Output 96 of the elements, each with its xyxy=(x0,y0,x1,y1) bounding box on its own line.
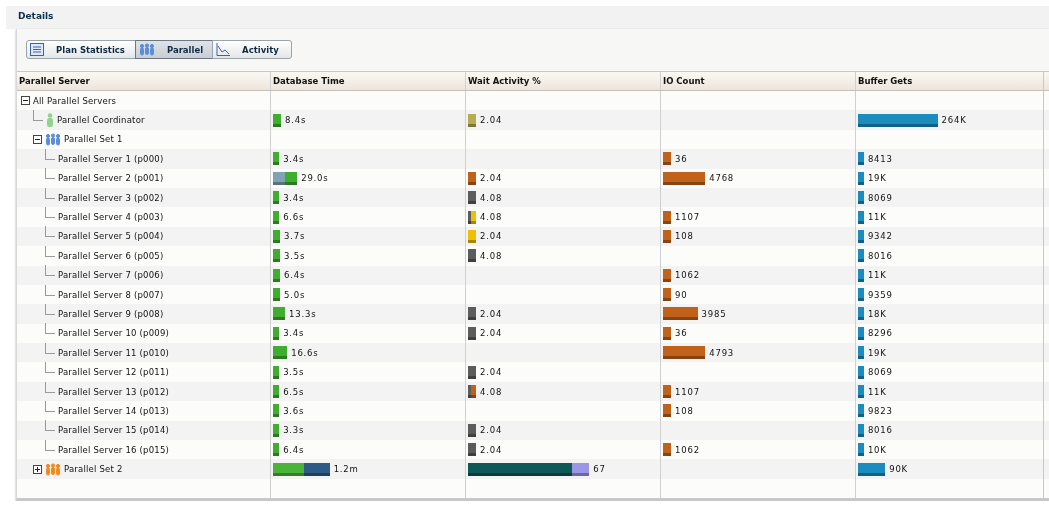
cell-value: 108 xyxy=(674,405,694,416)
tree-item[interactable]: Parallel Set 2 xyxy=(64,464,123,475)
cell-value: 3.3s xyxy=(282,425,305,436)
cell-value: 4.08 xyxy=(479,250,503,261)
cell-value: 6.5s xyxy=(282,386,305,397)
cell-value: 3.4s xyxy=(282,153,305,164)
column-header[interactable]: Parallel Server xyxy=(17,72,271,90)
tree-item[interactable]: Parallel Server 1 (p000) xyxy=(58,153,164,164)
cell-value: 4793 xyxy=(708,347,735,358)
expand-icon[interactable] xyxy=(33,464,42,474)
tree-item[interactable]: Parallel Server 14 (p013) xyxy=(58,405,170,416)
tree-item[interactable]: Parallel Server 3 (p002) xyxy=(58,192,164,203)
cell-value: 90K xyxy=(888,464,908,475)
cell-value: 5.0s xyxy=(283,289,306,300)
tree-item[interactable]: Parallel Server 6 (p005) xyxy=(58,250,164,261)
tree-item[interactable]: Parallel Set 1 xyxy=(64,134,123,145)
cell-value: 3.5s xyxy=(283,250,306,261)
tree-item[interactable]: Parallel Server 12 (p011) xyxy=(58,367,170,378)
cell-value: 9823 xyxy=(866,405,893,416)
cell-value: 36 xyxy=(674,153,688,164)
cell-value: 8.4s xyxy=(284,115,307,126)
cell-value: 8069 xyxy=(866,192,893,203)
cell-value: 4768 xyxy=(708,173,735,184)
cell-value: 67 xyxy=(592,464,606,475)
cell-value: 36 xyxy=(674,328,688,339)
cell-value: 16.6s xyxy=(290,347,319,358)
column-header[interactable]: IO Count xyxy=(661,72,856,90)
cell-value: 264K xyxy=(940,115,967,126)
tree-item[interactable]: Parallel Server 2 (p001) xyxy=(58,173,164,184)
cell-value: 29.0s xyxy=(300,173,329,184)
tree-item[interactable]: Parallel Server 5 (p004) xyxy=(58,231,164,242)
cell-value: 2.04 xyxy=(479,425,503,436)
cell-value: 2.04 xyxy=(479,115,503,126)
tree-item[interactable]: Parallel Server 8 (p007) xyxy=(58,289,164,300)
panel-title: Details xyxy=(6,6,1049,29)
cell-value: 18K xyxy=(866,309,887,319)
tree-item[interactable]: Parallel Coordinator xyxy=(57,115,145,126)
cell-value: 1062 xyxy=(674,270,700,281)
collapse-icon[interactable] xyxy=(21,96,30,106)
cell-value: 11K xyxy=(866,212,887,223)
cell-value: 3.7s xyxy=(283,231,306,242)
cell-value: 6.4s xyxy=(283,270,306,281)
cell-value: 8413 xyxy=(866,153,893,164)
cell-value: 10K xyxy=(866,444,887,455)
cell-value: 4.08 xyxy=(479,212,503,223)
tree-item[interactable]: Parallel Server 16 (p015) xyxy=(58,444,170,455)
tab[interactable]: Plan Statistics xyxy=(26,40,136,59)
cell-value: 90 xyxy=(674,289,688,300)
cell-value: 3985 xyxy=(700,309,727,319)
cell-value: 1.2m xyxy=(332,464,359,475)
cell-value: 19K xyxy=(866,173,887,184)
column-header[interactable]: Database Time xyxy=(271,72,466,90)
cell-value: 2.04 xyxy=(479,231,503,242)
cell-value: 13.3s xyxy=(288,309,317,319)
cell-value: 3.4s xyxy=(282,192,305,203)
cell-value: 6.6s xyxy=(282,212,305,223)
tree-item[interactable]: Parallel Server 4 (p003) xyxy=(58,212,164,223)
cell-value: 3.4s xyxy=(282,328,305,339)
collapse-icon[interactable] xyxy=(33,134,42,144)
cell-value: 11K xyxy=(866,386,887,397)
tree-item[interactable]: Parallel Server 15 (p014) xyxy=(58,425,170,436)
cell-value: 2.04 xyxy=(479,309,503,319)
tree-item[interactable]: All Parallel Servers xyxy=(33,95,117,106)
cell-value: 1107 xyxy=(674,386,700,397)
cell-value: 8296 xyxy=(866,328,893,339)
cell-value: 3.6s xyxy=(282,405,305,416)
cell-value: 1062 xyxy=(674,444,700,455)
column-header[interactable]: Wait Activity % xyxy=(466,72,661,90)
chart-icon xyxy=(216,43,231,56)
cell-value: 3.5s xyxy=(282,367,305,378)
cell-value: 1107 xyxy=(674,212,700,223)
cell-value: 9342 xyxy=(866,231,893,242)
cell-value: 108 xyxy=(674,231,694,242)
cell-value: 2.04 xyxy=(479,328,503,339)
tree-item[interactable]: Parallel Server 9 (p008) xyxy=(58,309,164,319)
cell-value: 6.4s xyxy=(282,444,305,455)
document-icon xyxy=(30,43,44,56)
cell-value: 8016 xyxy=(866,425,893,436)
tree-item[interactable]: Parallel Server 13 (p012) xyxy=(58,386,170,397)
cell-value: 8016 xyxy=(866,250,893,261)
cell-value: 19K xyxy=(866,347,887,358)
cell-value: 8069 xyxy=(866,367,893,378)
tab[interactable]: Activity xyxy=(212,40,292,59)
tab[interactable]: Parallel xyxy=(134,40,214,59)
cell-value: 4.08 xyxy=(479,192,503,203)
column-header[interactable]: Buffer Gets xyxy=(856,72,1044,90)
cell-value: 2.04 xyxy=(479,444,503,455)
cell-value: 2.04 xyxy=(479,173,503,184)
tree-item[interactable]: Parallel Server 7 (p006) xyxy=(58,270,164,281)
people-icon xyxy=(138,43,155,56)
tree-item[interactable]: Parallel Server 10 (p009) xyxy=(58,328,170,339)
cell-value: 11K xyxy=(866,270,887,281)
cell-value: 9359 xyxy=(866,289,893,300)
cell-value: 4.08 xyxy=(479,386,503,397)
cell-value: 2.04 xyxy=(479,367,503,378)
tree-item[interactable]: Parallel Server 11 (p010) xyxy=(58,347,170,358)
